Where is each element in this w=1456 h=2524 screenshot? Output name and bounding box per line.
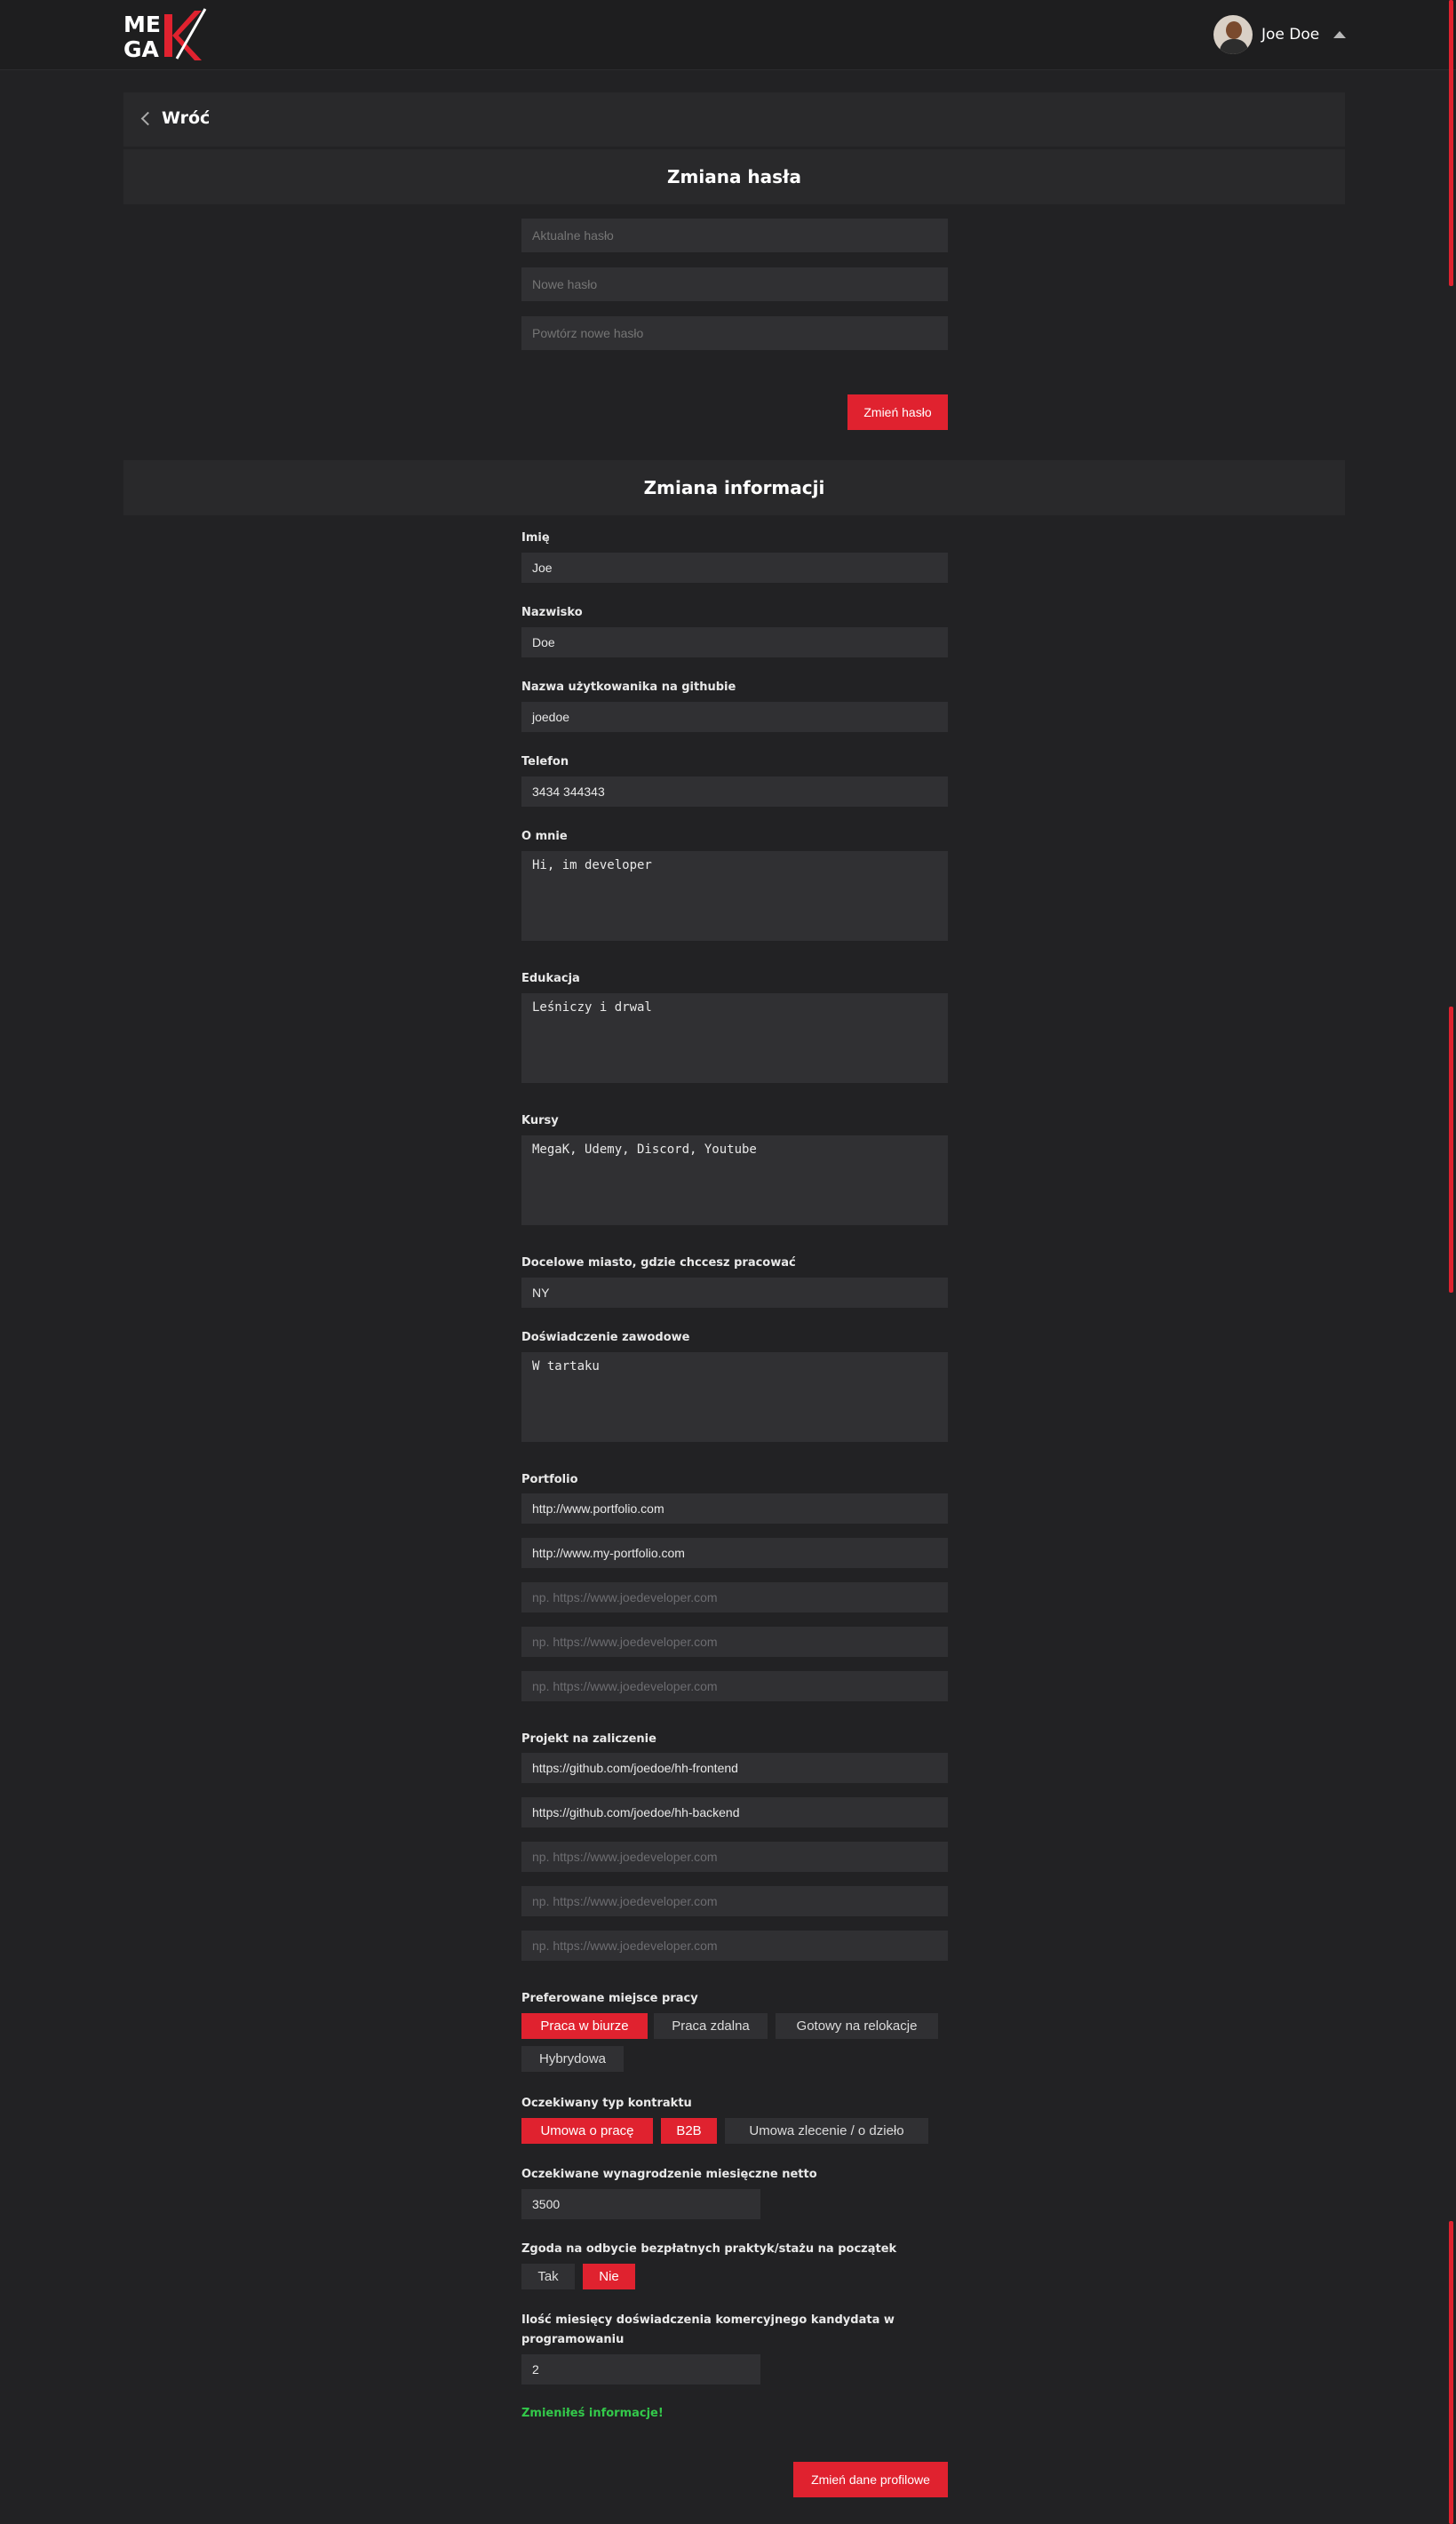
megak-logo[interactable]: ME GA bbox=[123, 7, 207, 62]
section-title: Zmiana informacji bbox=[643, 477, 825, 498]
github-input[interactable]: joedoe bbox=[521, 702, 948, 732]
experience-label: Doświadczenie zawodowe bbox=[521, 1331, 690, 1344]
workplace-option-hybrid[interactable]: Hybrydowa bbox=[521, 2046, 624, 2072]
project-input-4[interactable]: np. https://www.joedeveloper.com bbox=[521, 1886, 948, 1916]
last-name-input[interactable]: Doe bbox=[521, 627, 948, 657]
chevron-left-icon bbox=[140, 111, 155, 126]
courses-textarea[interactable]: MegaK, Udemy, Discord, Youtube bbox=[521, 1135, 948, 1225]
password-section-header: Zmiana hasła bbox=[123, 149, 1345, 204]
section-title: Zmiana hasła bbox=[667, 166, 801, 187]
portfolio-label: Portfolio bbox=[521, 1473, 578, 1486]
months-experience-label-line1: Ilość miesięcy doświadczenia komercyjneg… bbox=[521, 2313, 895, 2327]
back-label: Wróć bbox=[162, 108, 211, 128]
salary-input[interactable]: 3500 bbox=[521, 2189, 760, 2219]
target-city-label: Docelowe miasto, gdzie chccesz pracować bbox=[521, 1256, 796, 1270]
internship-label: Zgoda na odbycie bezpłatnych praktyk/sta… bbox=[521, 2242, 897, 2256]
user-name[interactable]: Joe Doe bbox=[1261, 26, 1319, 44]
portfolio-input-2[interactable]: http://www.my-portfolio.com bbox=[521, 1538, 948, 1568]
workplace-option-relocation[interactable]: Gotowy na relokacje bbox=[776, 2013, 938, 2039]
project-input-3[interactable]: np. https://www.joedeveloper.com bbox=[521, 1842, 948, 1872]
last-name-label: Nazwisko bbox=[521, 606, 583, 619]
new-password-input[interactable] bbox=[521, 267, 948, 301]
internship-option-yes[interactable]: Tak bbox=[521, 2264, 575, 2289]
project-label: Projekt na zaliczenie bbox=[521, 1732, 656, 1746]
workplace-option-office[interactable]: Praca w biurze bbox=[521, 2013, 648, 2039]
portfolio-input-4[interactable]: np. https://www.joedeveloper.com bbox=[521, 1627, 948, 1657]
first-name-label: Imię bbox=[521, 531, 550, 545]
courses-label: Kursy bbox=[521, 1114, 559, 1127]
contract-option-b2b[interactable]: B2B bbox=[661, 2118, 717, 2144]
avatar[interactable] bbox=[1213, 15, 1253, 54]
change-password-button[interactable]: Zmień hasło bbox=[847, 394, 948, 430]
scrollbar-marker bbox=[1449, 1007, 1453, 1293]
svg-text:GA: GA bbox=[123, 36, 160, 62]
back-button[interactable]: Wróć bbox=[140, 108, 211, 128]
workplace-label: Preferowane miejsce pracy bbox=[521, 1992, 698, 2005]
experience-textarea[interactable]: W tartaku bbox=[521, 1352, 948, 1442]
portfolio-input-3[interactable]: np. https://www.joedeveloper.com bbox=[521, 1582, 948, 1612]
contract-option-employment[interactable]: Umowa o pracę bbox=[521, 2118, 653, 2144]
contract-option-mandate[interactable]: Umowa zlecenie / o dzieło bbox=[725, 2118, 928, 2144]
target-city-input[interactable]: NY bbox=[521, 1278, 948, 1308]
months-experience-label-line2: programowaniu bbox=[521, 2333, 625, 2346]
user-menu[interactable]: Joe Doe bbox=[1213, 15, 1347, 54]
contract-label: Oczekiwany typ kontraktu bbox=[521, 2097, 692, 2110]
phone-input[interactable]: 3434 344343 bbox=[521, 776, 948, 807]
back-panel: Wróć bbox=[123, 92, 1345, 147]
project-input-1[interactable]: https://github.com/joedoe/hh-frontend bbox=[521, 1753, 948, 1783]
months-experience-input[interactable]: 2 bbox=[521, 2354, 760, 2385]
repeat-password-input[interactable] bbox=[521, 316, 948, 350]
portfolio-input-5[interactable]: np. https://www.joedeveloper.com bbox=[521, 1671, 948, 1701]
svg-text:ME: ME bbox=[123, 12, 161, 37]
top-bar: ME GA Joe Doe bbox=[0, 0, 1456, 70]
bio-textarea[interactable]: Hi, im developer bbox=[521, 851, 948, 941]
caret-up-icon[interactable] bbox=[1333, 31, 1347, 38]
portfolio-input-1[interactable]: http://www.portfolio.com bbox=[521, 1493, 948, 1524]
scrollbar-marker bbox=[1449, 2221, 1453, 2524]
change-profile-button[interactable]: Zmień dane profilowe bbox=[793, 2462, 948, 2497]
project-input-2[interactable]: https://github.com/joedoe/hh-backend bbox=[521, 1797, 948, 1827]
phone-label: Telefon bbox=[521, 755, 569, 768]
current-password-input[interactable] bbox=[521, 219, 948, 252]
education-textarea[interactable]: Leśniczy i drwal bbox=[521, 993, 948, 1083]
success-message: Zmieniłeś informacje! bbox=[521, 2407, 664, 2420]
workplace-option-remote[interactable]: Praca zdalna bbox=[654, 2013, 768, 2039]
github-label: Nazwa użytkowanika na githubie bbox=[521, 681, 736, 694]
education-label: Edukacja bbox=[521, 972, 580, 985]
info-section-header: Zmiana informacji bbox=[123, 460, 1345, 515]
salary-label: Oczekiwane wynagrodzenie miesięczne nett… bbox=[521, 2168, 817, 2181]
project-input-5[interactable]: np. https://www.joedeveloper.com bbox=[521, 1931, 948, 1961]
internship-option-no[interactable]: Nie bbox=[583, 2264, 635, 2289]
first-name-input[interactable]: Joe bbox=[521, 553, 948, 583]
bio-label: O mnie bbox=[521, 830, 568, 843]
scrollbar-thumb[interactable] bbox=[1449, 0, 1453, 286]
